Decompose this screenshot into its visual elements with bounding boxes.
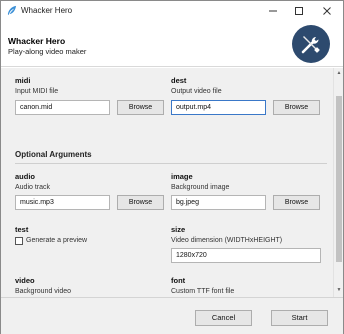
- image-help: Background image: [171, 184, 230, 191]
- close-icon: [323, 7, 331, 15]
- size-label: size: [171, 225, 186, 234]
- dest-label: dest: [171, 76, 187, 85]
- image-browse-button[interactable]: Browse: [273, 195, 320, 210]
- minimize-button[interactable]: [259, 1, 287, 21]
- size-input[interactable]: 1280x720: [171, 248, 321, 263]
- wrench-screwdriver-icon: [301, 36, 320, 54]
- vertical-scrollbar[interactable]: ▲ ▼: [333, 68, 343, 297]
- start-button[interactable]: Start: [271, 310, 328, 326]
- header-title: Whacker Hero: [8, 36, 66, 46]
- midi-browse-button[interactable]: Browse: [117, 100, 164, 115]
- dest-browse-button[interactable]: Browse: [273, 100, 320, 115]
- footer-bar: Cancel Start: [1, 297, 343, 334]
- size-help: Video dimension (WIDTHxHEIGHT): [171, 237, 283, 244]
- dest-input[interactable]: output.mp4: [171, 100, 266, 115]
- window-title: Whacker Hero: [21, 6, 73, 15]
- video-label: video: [15, 276, 35, 285]
- image-input[interactable]: bg.jpeg: [171, 195, 266, 210]
- audio-input[interactable]: music.mp3: [15, 195, 110, 210]
- optional-arguments-heading: Optional Arguments: [15, 150, 92, 159]
- title-bar: Whacker Hero: [1, 1, 343, 21]
- scroll-thumb[interactable]: [336, 96, 342, 262]
- section-divider: [15, 163, 327, 164]
- dest-help: Output video file: [171, 88, 222, 95]
- maximize-icon: [295, 7, 303, 15]
- midi-label: midi: [15, 76, 31, 85]
- header-subtitle: Play-along video maker: [8, 47, 87, 56]
- audio-browse-button[interactable]: Browse: [117, 195, 164, 210]
- font-label: font: [171, 276, 186, 285]
- midi-help: Input MIDI file: [15, 88, 59, 95]
- arguments-panel[interactable]: midi Input MIDI file canon.mid Browse de…: [1, 68, 343, 297]
- tools-icon: [292, 25, 330, 63]
- app-window: Whacker Hero Whacker Hero Play-along vid…: [0, 0, 344, 334]
- preview-checkbox[interactable]: [15, 237, 23, 245]
- audio-label: audio: [15, 172, 35, 181]
- maximize-button[interactable]: [285, 1, 313, 21]
- image-label: image: [171, 172, 193, 181]
- video-help: Background video: [15, 288, 72, 295]
- scroll-down-arrow-icon[interactable]: ▼: [335, 287, 343, 295]
- cancel-button[interactable]: Cancel: [195, 310, 252, 326]
- midi-input[interactable]: canon.mid: [15, 100, 110, 115]
- audio-help: Audio track: [15, 184, 51, 191]
- scroll-up-arrow-icon[interactable]: ▲: [335, 70, 343, 78]
- font-help: Custom TTF font file: [171, 288, 235, 295]
- preview-checkbox-label[interactable]: Generate a preview: [26, 237, 87, 244]
- minimize-icon: [269, 10, 277, 12]
- header-banner: Whacker Hero Play-along video maker: [1, 21, 343, 67]
- close-button[interactable]: [313, 1, 341, 21]
- feather-icon: [7, 5, 17, 16]
- test-label: test: [15, 225, 29, 234]
